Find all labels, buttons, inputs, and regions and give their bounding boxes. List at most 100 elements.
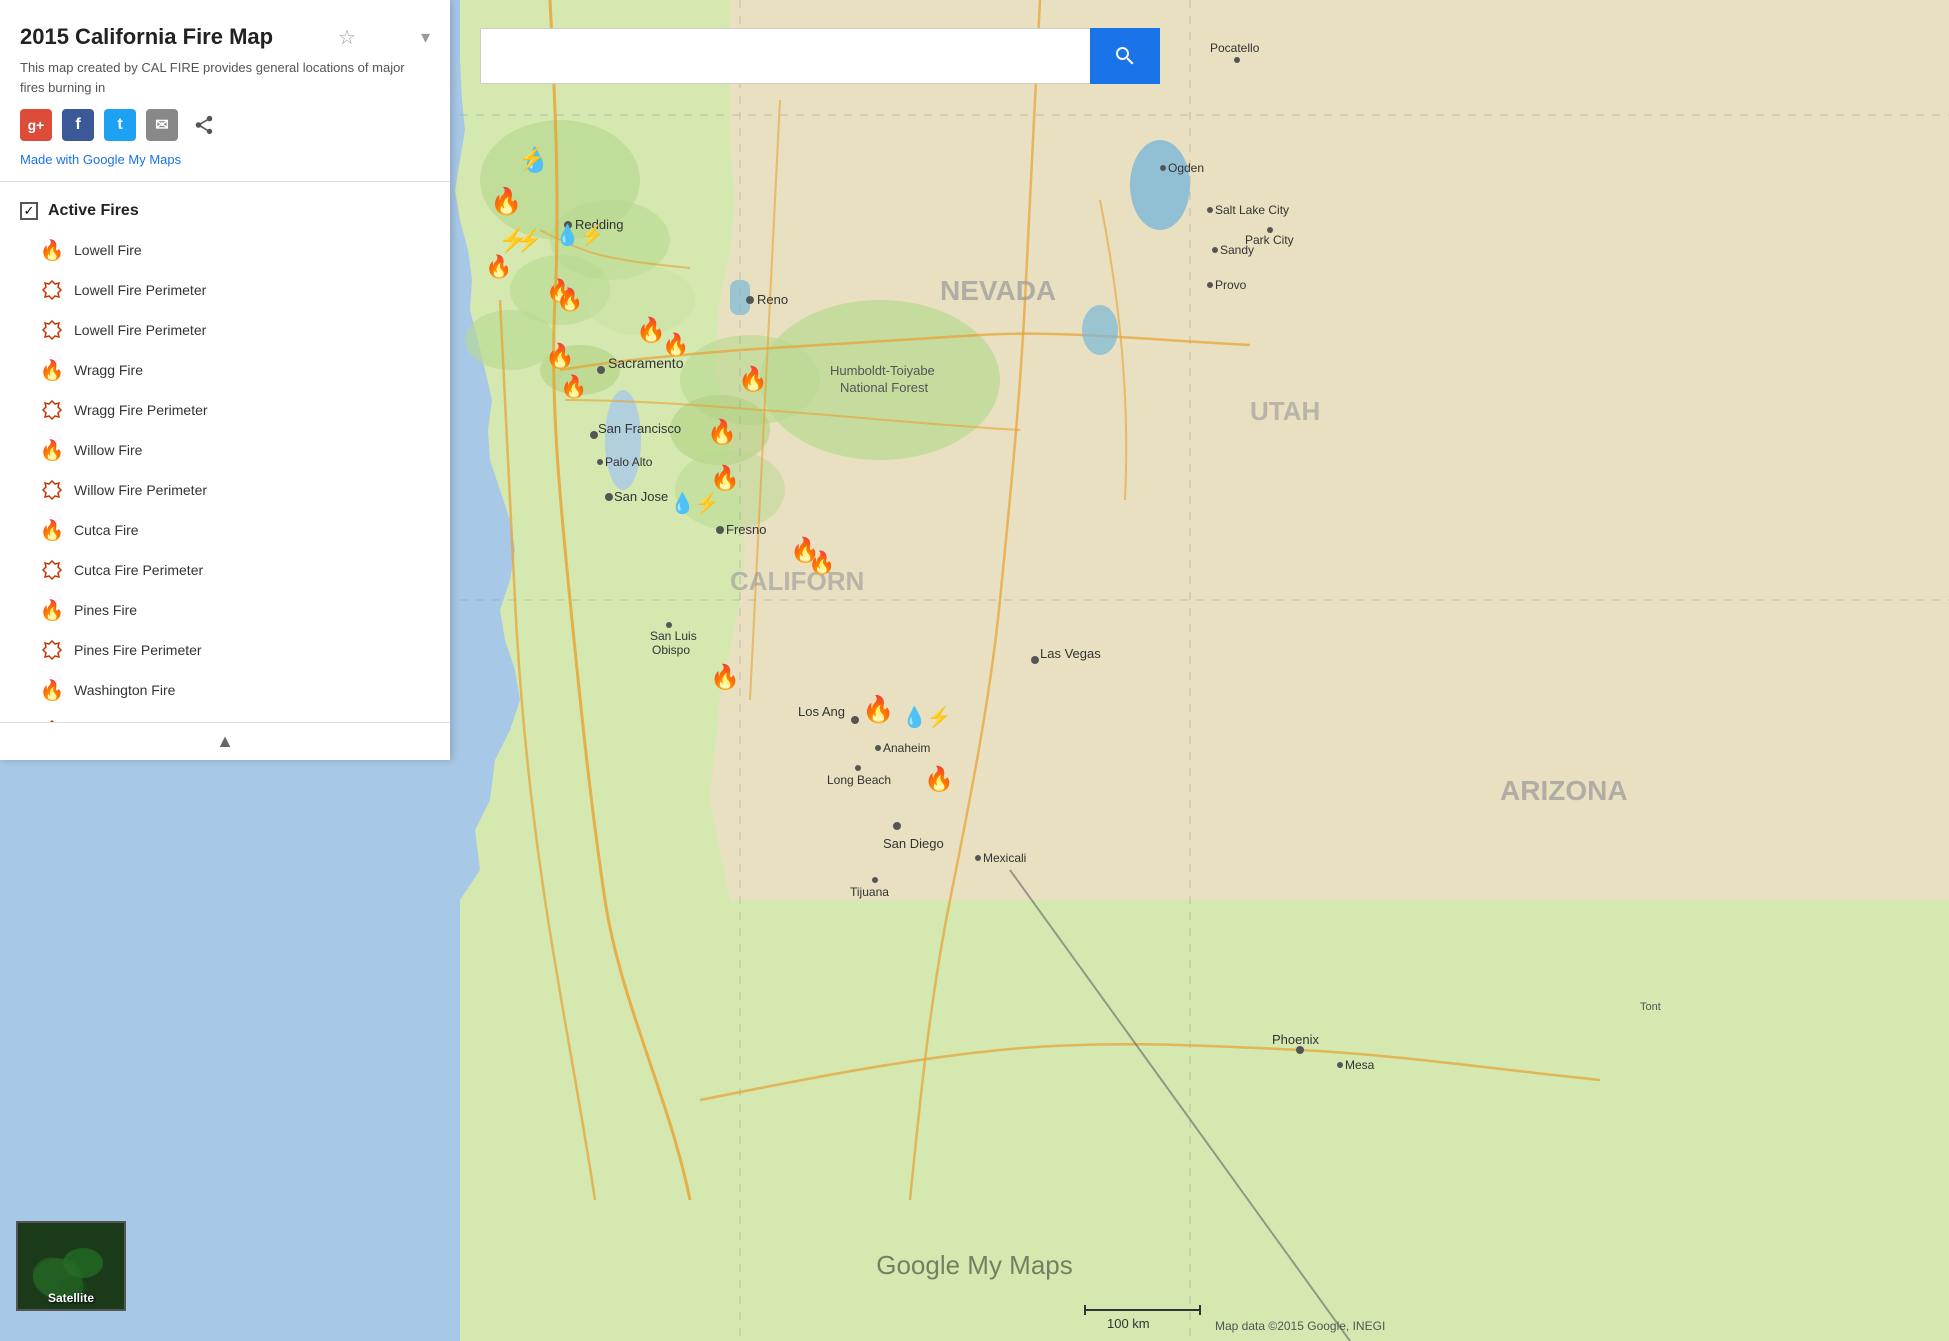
layer-item-lowell-fire[interactable]: 🔥 Lowell Fire: [0, 230, 450, 270]
svg-text:Obispo: Obispo: [652, 643, 690, 657]
layer-label: Willow Fire Perimeter: [74, 482, 207, 498]
flame-icon: 🔥: [40, 438, 64, 462]
scroll-up-arrow[interactable]: ▲: [216, 731, 234, 752]
layer-item-willow-fire-perimeter[interactable]: Willow Fire Perimeter: [0, 470, 450, 510]
layer-item-cutca-fire-perimeter[interactable]: Cutca Fire Perimeter: [0, 550, 450, 590]
layer-label: Wragg Fire: [74, 362, 143, 378]
svg-text:🔥: 🔥: [808, 550, 835, 575]
svg-text:Reno: Reno: [757, 292, 788, 307]
svg-text:🔥: 🔥: [738, 365, 768, 393]
layer-label: Lowell Fire: [74, 242, 142, 258]
search-bar: [480, 28, 1160, 84]
layer-item-pines-fire-perimeter[interactable]: Pines Fire Perimeter: [0, 630, 450, 670]
layers-list: 🔥 Lowell Fire Lowell Fire Perimeter Lowel…: [0, 230, 450, 722]
layer-label: Cutca Fire Perimeter: [74, 562, 203, 578]
svg-text:NEVADA: NEVADA: [940, 275, 1056, 306]
layer-label: Washington Fire: [74, 682, 175, 698]
layer-item-wragg-fire-perimeter[interactable]: Wragg Fire Perimeter: [0, 390, 450, 430]
layer-label: Wragg Fire Perimeter: [74, 402, 208, 418]
svg-text:Sacramento: Sacramento: [608, 355, 684, 371]
flame-icon: 🔥: [40, 358, 64, 382]
flame-icon: 🔥: [40, 678, 64, 702]
satellite-thumbnail[interactable]: Satellite: [16, 1221, 126, 1311]
twitter-button[interactable]: t: [104, 109, 136, 141]
expand-icon[interactable]: ▾: [421, 27, 430, 48]
svg-text:Mexicali: Mexicali: [983, 851, 1026, 865]
layer-item-washington-fire[interactable]: 🔥 Washington Fire: [0, 670, 450, 710]
sidebar-scroll[interactable]: ✓ Active Fires 🔥 Lowell Fire Lowell Fire …: [0, 182, 450, 722]
layer-label: Willow Fire: [74, 442, 142, 458]
svg-text:Las Vegas: Las Vegas: [1040, 646, 1101, 661]
search-button[interactable]: [1090, 28, 1160, 84]
svg-text:San Jose: San Jose: [614, 489, 668, 504]
svg-text:🔥: 🔥: [560, 374, 587, 399]
svg-text:🔥: 🔥: [490, 186, 522, 216]
svg-text:CALIFORN: CALIFORN: [730, 566, 864, 596]
svg-text:Palo Alto: Palo Alto: [605, 455, 653, 469]
active-fires-checkbox[interactable]: ✓: [20, 202, 38, 220]
perimeter-icon: [40, 278, 64, 302]
made-with-link[interactable]: Made with Google My Maps: [20, 152, 181, 167]
active-fires-header[interactable]: ✓ Active Fires: [0, 192, 450, 230]
svg-text:100 km: 100 km: [1107, 1316, 1150, 1331]
svg-text:Provo: Provo: [1215, 278, 1247, 292]
svg-text:Long Beach: Long Beach: [827, 773, 891, 787]
layer-label: Pines Fire: [74, 602, 137, 618]
svg-text:Pocatello: Pocatello: [1210, 41, 1260, 55]
svg-text:Mesa: Mesa: [1345, 1058, 1375, 1072]
layer-label: Lowell Fire Perimeter: [74, 322, 206, 338]
layer-item-lowell-fire-perimeter-2[interactable]: Lowell Fire Perimeter: [0, 310, 450, 350]
svg-text:Tijuana: Tijuana: [850, 885, 889, 899]
svg-text:🔥: 🔥: [545, 342, 575, 370]
svg-text:Map data ©2015 Google, INEGI: Map data ©2015 Google, INEGI: [1215, 1319, 1385, 1333]
svg-text:💧⚡: 💧⚡: [670, 491, 720, 515]
svg-text:Tont: Tont: [1640, 1001, 1661, 1013]
email-button[interactable]: ✉: [146, 109, 178, 141]
svg-text:🔥: 🔥: [662, 332, 689, 357]
layer-label: Lowell Fire Perimeter: [74, 282, 206, 298]
map-description: This map created by CAL FIRE provides ge…: [20, 58, 430, 97]
svg-text:⚡: ⚡: [515, 228, 542, 254]
search-input[interactable]: [480, 28, 1090, 84]
svg-text:🔥: 🔥: [556, 287, 583, 312]
facebook-button[interactable]: f: [62, 109, 94, 141]
svg-text:🔥: 🔥: [710, 464, 740, 492]
svg-text:💧⚡: 💧⚡: [555, 223, 605, 247]
flame-icon: 🔥: [40, 598, 64, 622]
flame-icon: 🔥: [40, 238, 64, 262]
svg-text:Humboldt-Toiyabe: Humboldt-Toiyabe: [830, 363, 935, 378]
svg-text:San Luis: San Luis: [650, 629, 697, 643]
svg-text:National Forest: National Forest: [840, 380, 929, 395]
svg-text:🔥: 🔥: [862, 694, 894, 724]
layer-item-pines-fire[interactable]: 🔥 Pines Fire: [0, 590, 450, 630]
layer-label: Cutca Fire: [74, 522, 139, 538]
svg-text:UTAH: UTAH: [1250, 396, 1320, 426]
svg-text:⚡: ⚡: [518, 146, 545, 172]
social-row: g+ f t ✉: [20, 109, 430, 141]
svg-text:Salt Lake City: Salt Lake City: [1215, 203, 1289, 217]
layer-item-wragg-fire[interactable]: 🔥 Wragg Fire: [0, 350, 450, 390]
perimeter-icon: [40, 398, 64, 422]
google-plus-button[interactable]: g+: [20, 109, 52, 141]
svg-text:Fresno: Fresno: [726, 522, 766, 537]
share-button[interactable]: [188, 109, 220, 141]
scroll-arrows: ▲: [0, 722, 450, 760]
search-icon: [1113, 44, 1137, 68]
sidebar-header: 2015 California Fire Map ☆ ▾ This map cr…: [0, 0, 450, 182]
satellite-label: Satellite: [18, 1291, 124, 1305]
sidebar: 2015 California Fire Map ☆ ▾ This map cr…: [0, 0, 450, 760]
svg-text:Anaheim: Anaheim: [883, 741, 930, 755]
svg-text:🔥: 🔥: [924, 765, 954, 793]
svg-text:Los Ang: Los Ang: [798, 704, 845, 719]
layer-item-cutca-fire[interactable]: 🔥Cutca Fire: [0, 510, 450, 550]
svg-text:🔥: 🔥: [707, 418, 737, 446]
perimeter-icon: [40, 478, 64, 502]
layer-item-willow-fire[interactable]: 🔥 Willow Fire: [0, 430, 450, 470]
layer-item-lowell-fire-perimeter-1[interactable]: Lowell Fire Perimeter: [0, 270, 450, 310]
star-icon[interactable]: ☆: [338, 25, 356, 50]
layer-item-washington-fire-perimeter[interactable]: Washington Fire Perimeter: [0, 710, 450, 722]
perimeter-icon: [40, 558, 64, 582]
map-title: 2015 California Fire Map: [20, 24, 273, 50]
active-fires-label: Active Fires: [48, 202, 139, 220]
svg-text:Ogden: Ogden: [1168, 161, 1204, 175]
